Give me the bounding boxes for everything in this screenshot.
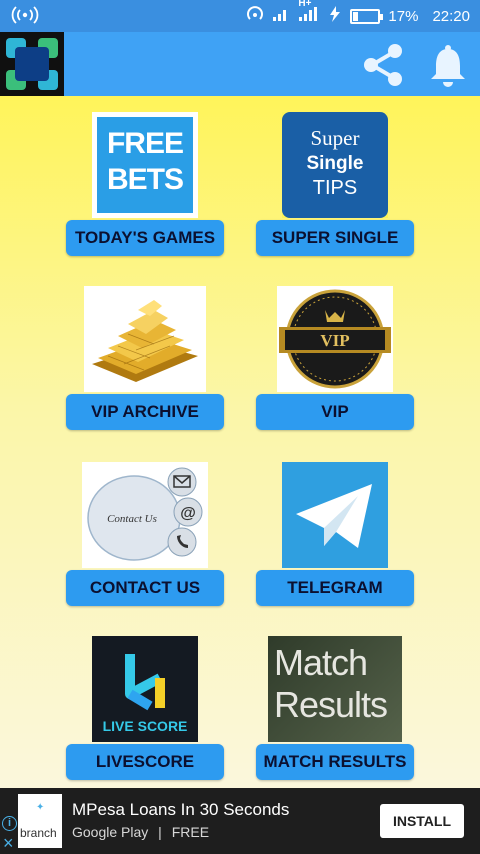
battery-percent: 17% <box>388 7 419 25</box>
tile-todays-games[interactable]: FREE BETS TODAY'S GAMES <box>66 112 224 256</box>
vip-button[interactable]: VIP <box>256 394 414 430</box>
livescore-image: LIVE SCORE <box>92 636 198 742</box>
contact-us-button[interactable]: CONTACT US <box>66 570 224 606</box>
todays-games-button[interactable]: TODAY'S GAMES <box>66 220 224 256</box>
contact-us-image: @ Contact Us <box>82 462 208 568</box>
ad-info-icon[interactable]: i <box>2 816 17 831</box>
tile-telegram[interactable]: TELEGRAM <box>256 462 414 606</box>
telegram-button[interactable]: TELEGRAM <box>256 570 414 606</box>
share-icon[interactable] <box>358 40 408 90</box>
tile-match-results[interactable]: Match Results MATCH RESULTS <box>256 636 414 780</box>
vip-badge-image: VIP <box>277 286 393 392</box>
tile-vip[interactable]: VIP VIP <box>256 286 414 430</box>
free-bets-image: FREE BETS <box>92 112 198 218</box>
branch-icon: ✦ <box>36 802 45 813</box>
app-logo-icon[interactable] <box>0 32 64 96</box>
gold-bars-image <box>84 286 206 392</box>
super-single-tips-image: Super Single TIPS <box>282 112 388 218</box>
charging-icon <box>328 6 342 26</box>
network-type-icon: H+ <box>298 0 320 26</box>
tile-super-single[interactable]: Super Single TIPS SUPER SINGLE <box>256 112 414 256</box>
clock: 22:20 <box>432 7 470 25</box>
ad-subtitle: Google Play | FREE <box>72 824 209 840</box>
tile-vip-archive[interactable]: VIP ARCHIVE <box>66 286 224 430</box>
battery-icon <box>350 8 384 24</box>
ad-close-icon[interactable]: × <box>3 834 14 852</box>
tile-livescore[interactable]: LIVE SCORE LIVESCORE <box>66 636 224 780</box>
match-results-button[interactable]: MATCH RESULTS <box>256 744 414 780</box>
ad-store: Google Play <box>72 824 149 840</box>
status-bar: H+ 17% 22:20 <box>0 0 480 32</box>
main-grid: FREE BETS TODAY'S GAMES Super Single TIP… <box>0 96 480 788</box>
cast-icon <box>246 5 264 27</box>
ad-banner[interactable]: i × ✦ branch MPesa Loans In 30 Seconds G… <box>0 788 480 854</box>
super-single-button[interactable]: SUPER SINGLE <box>256 220 414 256</box>
telegram-icon <box>282 462 388 568</box>
svg-text:Contact Us: Contact Us <box>107 513 157 525</box>
install-button[interactable]: INSTALL <box>380 804 464 838</box>
ad-price: FREE <box>171 824 210 840</box>
svg-text:VIP: VIP <box>320 331 349 350</box>
svg-text:@: @ <box>180 505 196 522</box>
match-results-image: Match Results <box>268 636 402 742</box>
ad-brand-logo: ✦ branch <box>18 794 62 848</box>
ad-separator: | <box>158 824 162 840</box>
tile-contact-us[interactable]: @ Contact Us CONTACT US <box>66 462 224 606</box>
app-bar <box>0 32 480 96</box>
signal-icon <box>272 6 290 26</box>
hotspot-icon <box>10 6 40 28</box>
vip-archive-button[interactable]: VIP ARCHIVE <box>66 394 224 430</box>
livescore-button[interactable]: LIVESCORE <box>66 744 224 780</box>
bell-icon[interactable] <box>426 42 470 88</box>
ad-title: MPesa Loans In 30 Seconds <box>72 800 290 819</box>
